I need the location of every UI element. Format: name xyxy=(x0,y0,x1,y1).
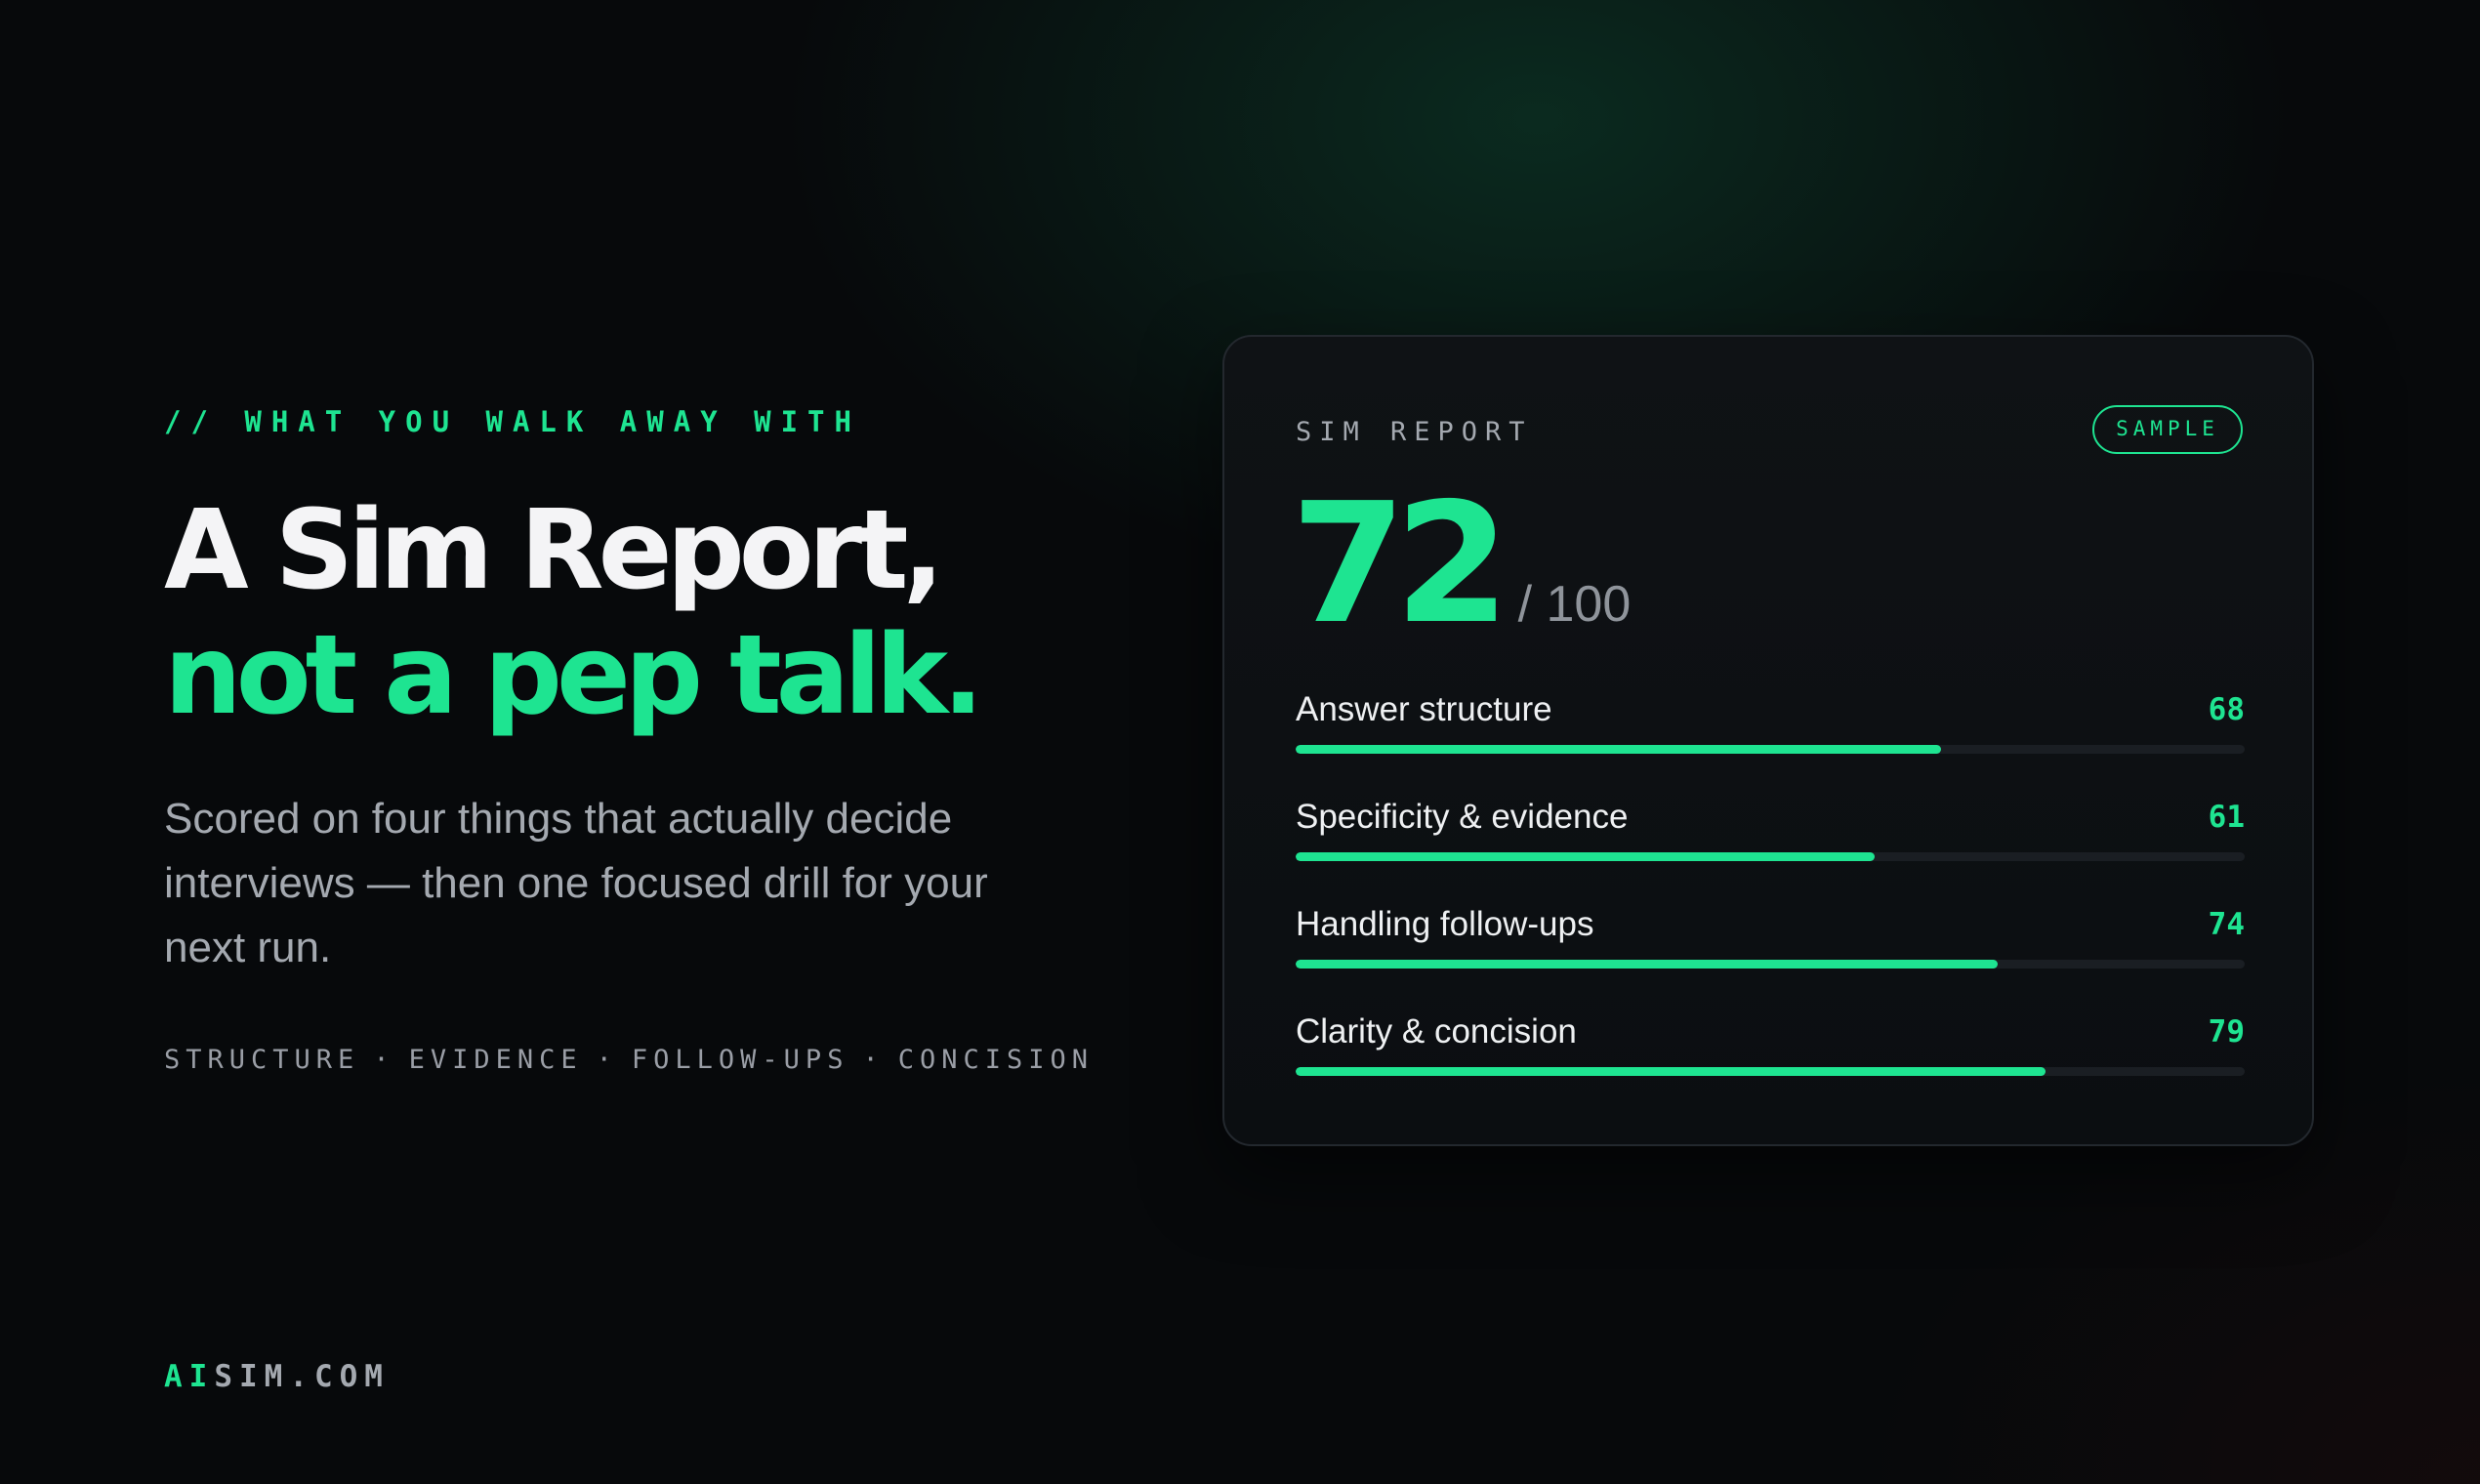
sample-badge: SAMPLE xyxy=(2092,405,2243,454)
tag-list: STRUCTURE · EVIDENCE · FOLLOW-UPS · CONCISION xyxy=(164,1045,1094,1075)
tag-concision: CONCISION xyxy=(897,1045,1095,1075)
brand-suffix: SIM.COM xyxy=(214,1359,390,1394)
metric-label: Handling follow-ups xyxy=(1296,905,1594,943)
tag-evidence: EVIDENCE xyxy=(408,1045,583,1075)
metric-value: 79 xyxy=(2208,1014,2245,1050)
tag-structure: STRUCTURE xyxy=(164,1045,360,1075)
overall-score: 72/ 100 xyxy=(1291,481,1631,647)
score-value: 72 xyxy=(1291,468,1510,661)
card-title: SIM REPORT xyxy=(1296,417,1533,447)
tag-separator: · xyxy=(596,1045,618,1075)
metric-bar-track xyxy=(1296,745,2245,754)
score-suffix: / 100 xyxy=(1517,576,1632,633)
metric-bar-track xyxy=(1296,960,2245,969)
metric-label: Answer structure xyxy=(1296,690,1552,728)
metric-bar-fill xyxy=(1296,960,1999,969)
tag-separator: · xyxy=(862,1045,885,1075)
metric-bar-fill xyxy=(1296,852,1875,861)
eyebrow-label: // WHAT YOU WALK AWAY WITH xyxy=(164,405,861,438)
tag-follow-ups: FOLLOW-UPS xyxy=(631,1045,849,1075)
headline: A Sim Report, not a pep talk. xyxy=(164,487,984,739)
metric-label: Clarity & concision xyxy=(1296,1012,1577,1051)
metric-bar-fill xyxy=(1296,1067,2046,1076)
metric-bar-track xyxy=(1296,1067,2245,1076)
metric-value: 61 xyxy=(2208,800,2245,835)
headline-line-2: not a pep talk. xyxy=(164,612,984,739)
sim-report-card: SIM REPORT SAMPLE 72/ 100 Answer structu… xyxy=(1222,335,2314,1146)
tag-separator: · xyxy=(373,1045,395,1075)
subtitle: Scored on four things that actually deci… xyxy=(164,795,988,971)
metric-specificity-evidence: Specificity & evidence 61 xyxy=(1296,798,2245,876)
brand-prefix: AI xyxy=(164,1359,215,1394)
headline-line-1: A Sim Report, xyxy=(164,487,944,614)
metric-bar-fill xyxy=(1296,745,1941,754)
metric-handling-follow-ups: Handling follow-ups 74 xyxy=(1296,905,2245,983)
metric-clarity-concision: Clarity & concision 79 xyxy=(1296,1012,2245,1091)
metric-bar-track xyxy=(1296,852,2245,861)
metric-value: 74 xyxy=(2208,907,2245,942)
brand-link[interactable]: AISIM.COM xyxy=(164,1359,390,1394)
metric-value: 68 xyxy=(2208,692,2245,727)
metric-label: Specificity & evidence xyxy=(1296,798,1629,836)
metric-answer-structure: Answer structure 68 xyxy=(1296,690,2245,768)
